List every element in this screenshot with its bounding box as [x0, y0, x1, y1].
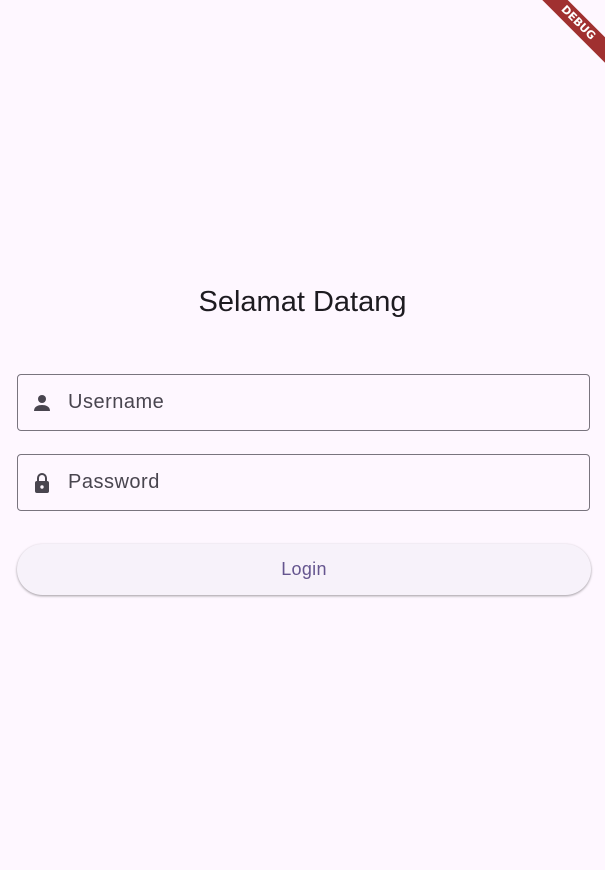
username-input[interactable]	[66, 375, 589, 430]
debug-banner-label: DEBUG	[535, 0, 605, 69]
page-title: Selamat Datang	[198, 286, 407, 318]
login-screen: DEBUG Selamat Datang Login	[0, 0, 605, 870]
lock-icon	[18, 454, 66, 511]
debug-banner: DEBUG	[535, 0, 605, 70]
username-field[interactable]	[17, 374, 590, 431]
password-input[interactable]	[66, 455, 589, 510]
person-icon	[18, 374, 66, 431]
login-button[interactable]: Login	[17, 544, 591, 595]
password-field[interactable]	[17, 454, 590, 511]
